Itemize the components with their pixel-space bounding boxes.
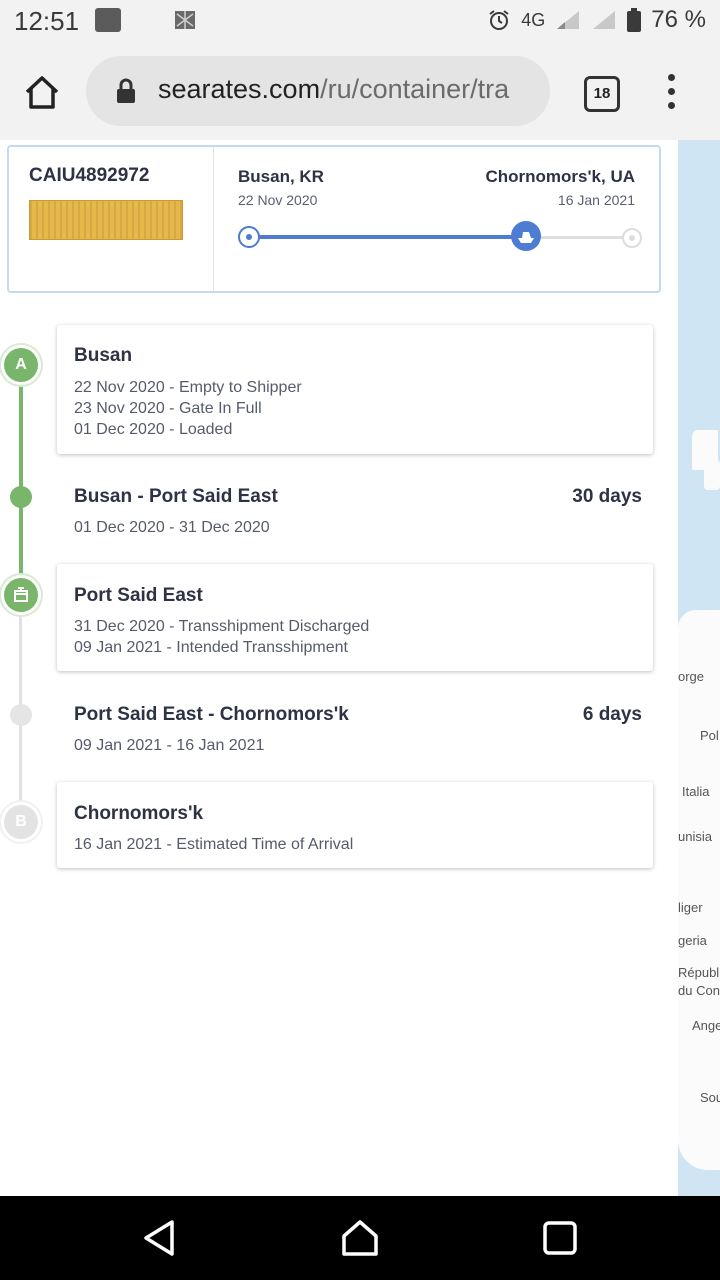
container-summary-card: CAIU4892972 Busan, KR 22 Nov 2020 Chorno…	[7, 145, 661, 293]
origin-marker: A	[4, 348, 38, 382]
recents-icon[interactable]	[538, 1216, 582, 1260]
leg-duration: 6 days	[582, 704, 642, 725]
origin-point	[238, 226, 260, 248]
destination-point	[622, 228, 642, 248]
stop-title: Port Said East	[74, 585, 203, 606]
back-icon[interactable]	[138, 1216, 182, 1260]
route-progress-fill	[249, 235, 526, 239]
origin-city: Busan, KR	[238, 167, 324, 186]
map-label: Italia	[682, 784, 710, 799]
destination-marker: B	[4, 805, 38, 839]
origin-date: 22 Nov 2020	[238, 192, 318, 208]
system-nav-bar	[0, 1196, 720, 1280]
destination-city: Chornomors'k, UA	[485, 167, 636, 186]
status-right: 4G 76 %	[487, 6, 706, 34]
stop-card-port-said-east[interactable]: Port Said East 31 Dec 2020 - Transshipme…	[57, 564, 653, 671]
stop-event: 01 Dec 2020 - Loaded	[74, 421, 233, 438]
map-label: Sou	[700, 1090, 720, 1105]
map-label: Ange	[692, 1018, 720, 1033]
stop-card-chornomorsk[interactable]: Chornomors'k 16 Jan 2021 - Estimated Tim…	[57, 782, 653, 868]
notification-icon	[95, 8, 121, 32]
stop-title: Chornomors'k	[74, 803, 204, 824]
destination-date: 16 Jan 2021	[557, 192, 635, 208]
leg-title: Port Said East - Chornomors'k	[74, 704, 349, 725]
leg-dates: 01 Dec 2020 - 31 Dec 2020	[74, 519, 270, 536]
map-label: liger	[678, 900, 703, 915]
map-label: unisia	[678, 829, 712, 844]
leg-dates: 09 Jan 2021 - 16 Jan 2021	[74, 737, 265, 754]
leg-duration: 30 days	[572, 486, 642, 507]
stop-title: Busan	[74, 345, 133, 366]
address-bar[interactable]: searates.com/ru/container/tra	[86, 56, 550, 126]
stop-event: 31 Dec 2020 - Transshipment Discharged	[74, 618, 370, 635]
stop-event: 23 Nov 2020 - Gate In Full	[74, 400, 262, 417]
status-bar: 12:51 4G 76 %	[0, 0, 720, 44]
stop-event: 16 Jan 2021 - Estimated Time of Arrival	[74, 836, 354, 853]
container-id: CAIU4892972	[29, 165, 150, 186]
map-label: du Con	[678, 983, 720, 998]
container-image	[29, 200, 183, 240]
divider	[213, 147, 214, 291]
stop-event: 09 Jan 2021 - Intended Transshipment	[74, 639, 348, 656]
app-icon	[175, 11, 195, 29]
map-label: geria	[678, 933, 707, 948]
ship-icon	[511, 221, 541, 251]
signal-icon	[557, 11, 580, 29]
map-label: orge	[678, 669, 705, 684]
status-time: 12:51	[14, 6, 80, 36]
route-map[interactable]: orge Pol Italia unisia liger geria Répub…	[678, 140, 720, 1196]
home-icon[interactable]	[22, 72, 62, 112]
url-host: searates.com	[158, 74, 321, 104]
home-nav-icon[interactable]	[338, 1216, 382, 1260]
url-path: /ru/container/tra	[320, 74, 510, 104]
leg-title: Busan - Port Said East	[74, 486, 278, 507]
timeline-line-completed	[19, 365, 23, 597]
map-label: Républi	[678, 965, 720, 980]
leg-marker-completed	[10, 486, 32, 508]
transshipment-icon	[4, 578, 38, 612]
url-text[interactable]: searates.com/ru/container/tra	[158, 74, 509, 105]
more-menu-icon[interactable]	[664, 74, 678, 110]
battery-level: 76 %	[651, 6, 706, 33]
tab-switcher-button[interactable]: 18	[584, 76, 620, 112]
stop-card-busan[interactable]: Busan 22 Nov 2020 - Empty to Shipper 23 …	[57, 325, 653, 454]
map-label: Pol	[700, 728, 719, 743]
lock-icon	[117, 78, 135, 103]
battery-icon	[627, 8, 642, 32]
signal-icon	[593, 11, 616, 29]
browser-toolbar: searates.com/ru/container/tra 18	[0, 44, 720, 140]
leg-marker-pending	[10, 704, 32, 726]
network-type: 4G	[521, 9, 546, 30]
stop-event: 22 Nov 2020 - Empty to Shipper	[74, 379, 302, 396]
alarm-icon	[489, 10, 509, 30]
